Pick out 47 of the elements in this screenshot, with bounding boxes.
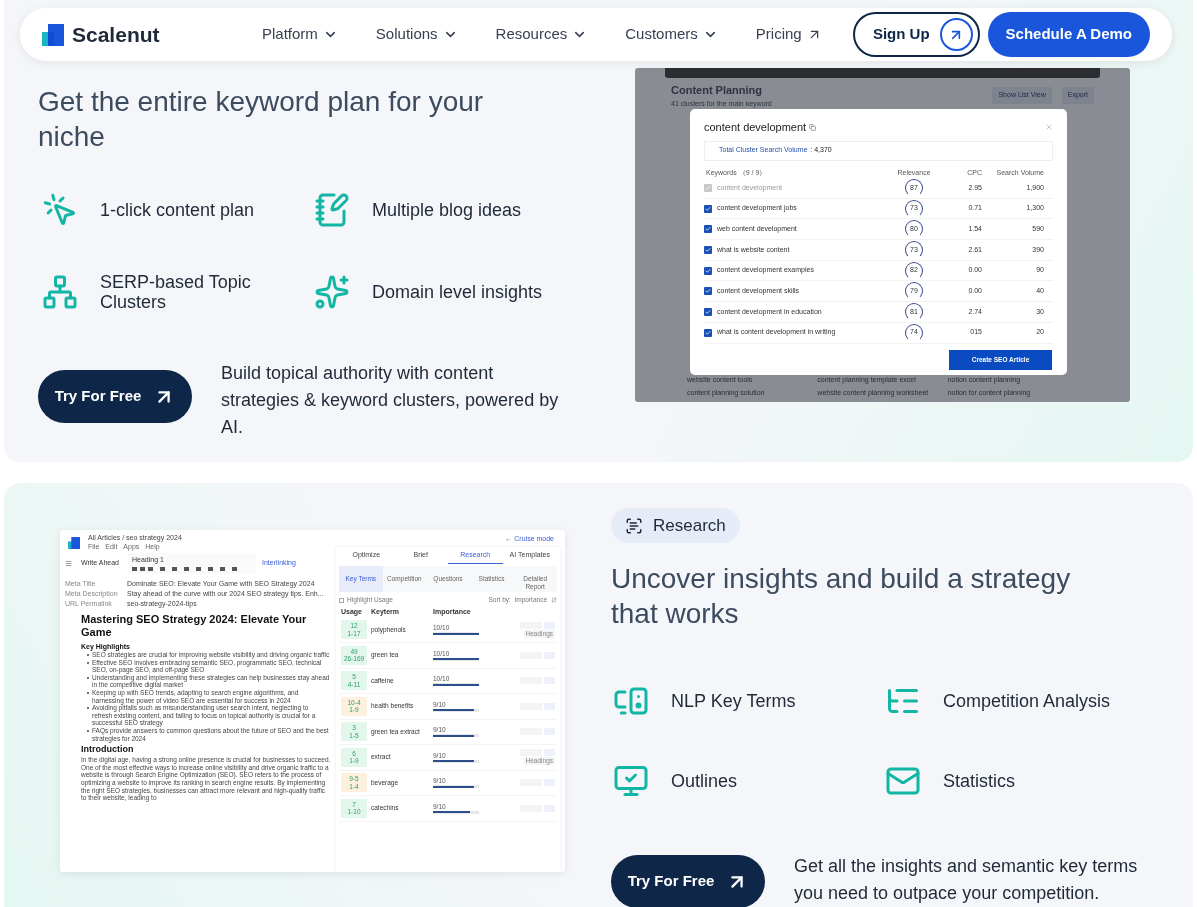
checkbox[interactable]	[704, 266, 712, 275]
feature-label: Multiple blog ideas	[372, 200, 522, 220]
try-for-free-button[interactable]: Try For Free	[611, 855, 765, 907]
section-description: Get all the insights and semantic key terms you need to outpace your competition.	[794, 855, 1139, 905]
page-title: Content Planning	[671, 83, 764, 98]
sparkle-star-icon	[314, 274, 350, 310]
sort-icon[interactable]	[551, 597, 557, 603]
feature-label: 1-click content plan	[100, 200, 255, 220]
menu-icon[interactable]	[65, 560, 72, 567]
section-heading: Get the entire keyword plan for your niche	[38, 85, 485, 154]
checkbox[interactable]	[704, 287, 712, 296]
checkbox[interactable]	[704, 307, 712, 316]
checkbox[interactable]	[704, 225, 712, 234]
nav-link[interactable]: Platform	[262, 23, 338, 46]
try-for-free-button[interactable]: Try For Free	[38, 370, 192, 423]
cursor-click-icon	[42, 192, 78, 228]
nav-link[interactable]: Resources	[495, 23, 588, 46]
checkbox[interactable]	[704, 328, 712, 337]
feature-label: Outlines	[671, 771, 738, 791]
text-scan-icon	[625, 516, 643, 535]
feature-label: Competition Analysis	[943, 691, 1111, 711]
notepad-pen-icon	[314, 192, 350, 228]
section-description: Build topical authority with content strategies & keyword clusters, powered by AI.	[221, 362, 560, 439]
section-heading: Uncover insights and build a strategy that works	[611, 562, 1072, 631]
monitor-check-icon	[613, 763, 649, 799]
article-title: Mastering SEO Strategy 2024: Elevate Your Game	[81, 613, 308, 639]
nav-link[interactable]: Pricing	[755, 23, 822, 46]
feature-label: SERP-based Topic Clusters	[100, 272, 252, 312]
nav-link[interactable]: Solutions	[375, 23, 458, 46]
feature-label: Domain level insights	[372, 282, 543, 302]
copy-icon	[809, 123, 817, 131]
close-icon[interactable]	[1045, 123, 1053, 132]
modal-title: content development	[704, 120, 807, 135]
logo-icon	[42, 23, 64, 46]
category-tag: Research	[611, 508, 740, 543]
nav-link[interactable]: Customers	[625, 23, 718, 46]
logo-text: Scalenut	[72, 21, 160, 48]
schedule-demo-button[interactable]: Schedule A Demo	[987, 12, 1150, 57]
sign-up-button[interactable]: Sign Up	[852, 12, 980, 57]
feature-label: NLP Key Terms	[671, 691, 796, 711]
checkbox[interactable]	[704, 204, 712, 213]
checkbox[interactable]	[704, 245, 712, 254]
network-icon	[42, 274, 78, 310]
highlight-checkbox[interactable]	[339, 597, 344, 603]
logo-icon	[68, 537, 80, 549]
section-heading: Introduction	[81, 744, 135, 756]
feature-label: Statistics	[943, 771, 1016, 791]
